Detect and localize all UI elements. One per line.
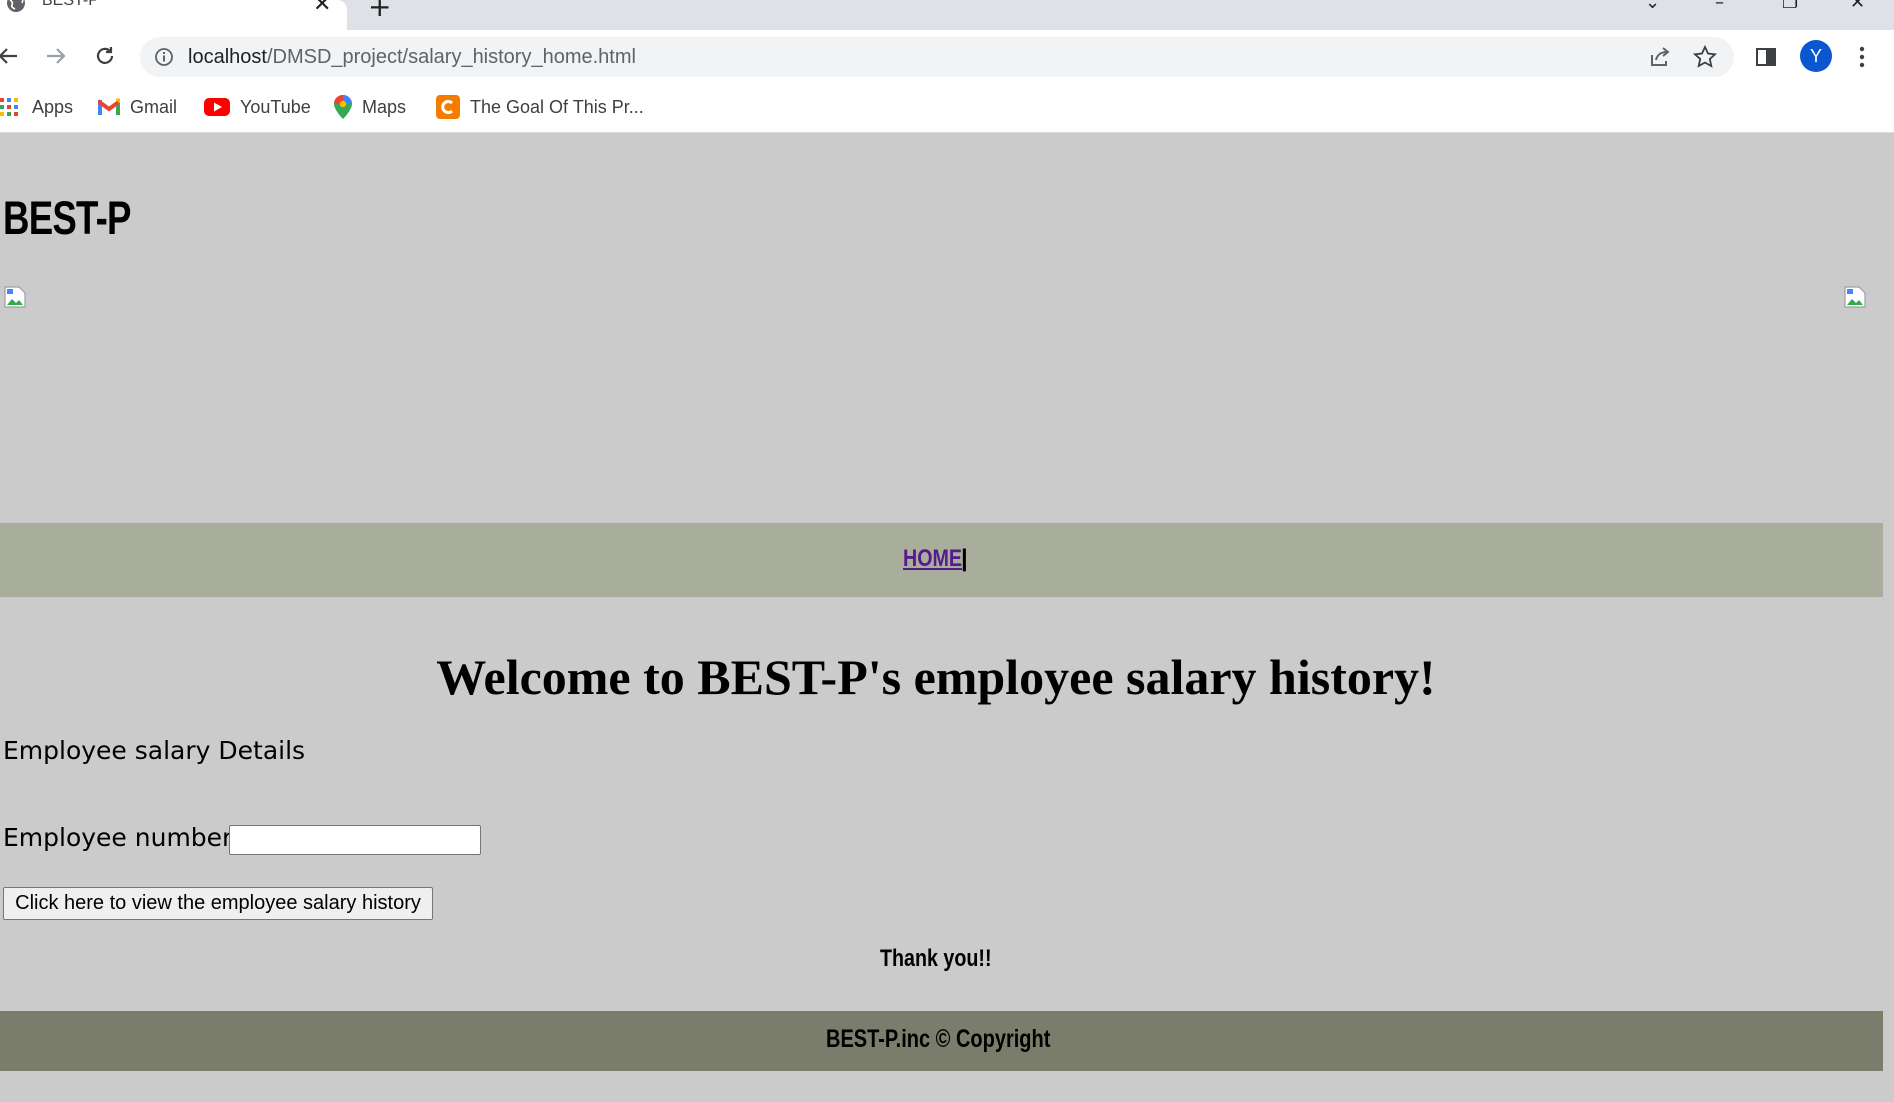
window-close-icon[interactable]: ✕ [1850, 0, 1865, 13]
reload-button[interactable] [89, 40, 121, 72]
maps-pin-icon [334, 95, 352, 119]
bookmark-label: YouTube [240, 96, 311, 117]
welcome-heading: Welcome to BEST-P's employee salary hist… [436, 649, 1436, 705]
info-icon[interactable] [154, 47, 174, 67]
brand-title: BEST-P [3, 191, 132, 244]
bookmark-gmail[interactable]: Gmail [98, 94, 177, 120]
arrow-left-icon [0, 48, 17, 64]
broken-image-icon [4, 286, 26, 308]
url-host: localhost [188, 46, 267, 68]
url-text[interactable]: localhost/DMSD_project/salary_history_ho… [188, 46, 636, 69]
view-salary-history-button[interactable]: Click here to view the employee salary h… [3, 887, 433, 920]
broken-image-icon [1844, 286, 1866, 308]
nav-bar: HOME | [0, 523, 1883, 597]
browser-toolbar: localhost/DMSD_project/salary_history_ho… [0, 30, 1894, 82]
tab-title: BEST-P [42, 0, 99, 9]
apps-grid-icon [0, 98, 18, 116]
profile-avatar[interactable]: Y [1800, 40, 1832, 72]
minimize-icon[interactable]: – [1715, 0, 1724, 13]
home-link[interactable]: HOME [903, 545, 962, 573]
browser-tab[interactable]: BEST-P ✕ [0, 0, 347, 30]
more-menu-icon[interactable] [1856, 44, 1868, 70]
restore-icon[interactable]: ❐ [1782, 0, 1798, 13]
employee-number-input[interactable] [229, 825, 481, 855]
nav-separator: | [961, 545, 968, 572]
bookmark-star-icon[interactable] [1693, 45, 1717, 69]
tab-close-icon[interactable]: ✕ [313, 0, 331, 17]
globe-icon [7, 0, 25, 12]
c-logo-icon [436, 95, 460, 119]
bookmark-maps[interactable]: Maps [334, 94, 406, 120]
side-panel-icon[interactable] [1755, 46, 1777, 68]
footer: BEST-P.inc © Copyright [0, 1011, 1883, 1071]
tab-search-icon[interactable]: ⌄ [1645, 0, 1660, 13]
copyright-text: BEST-P.inc © Copyright [826, 1025, 1051, 1053]
share-icon[interactable] [1648, 45, 1672, 69]
employee-number-label: Employee number [3, 823, 233, 852]
bookmark-apps[interactable]: Apps [0, 94, 73, 120]
url-path: /DMSD_project/salary_history_home.html [266, 46, 636, 68]
arrow-right-icon [47, 48, 66, 64]
bookmark-label: Apps [32, 96, 74, 117]
bookmark-goal[interactable]: The Goal Of This Pr... [436, 94, 644, 120]
new-tab-icon[interactable]: + [368, 0, 391, 23]
bookmarks-bar: Apps Gmail YouTube Maps The Goal Of This… [0, 82, 1894, 133]
bookmark-label: Gmail [130, 96, 178, 117]
address-bar[interactable]: localhost/DMSD_project/salary_history_ho… [140, 37, 1734, 77]
bookmark-label: Maps [362, 96, 407, 117]
back-button[interactable] [0, 40, 24, 72]
section-title: Employee salary Details [3, 736, 306, 765]
page-body: BEST-P HOME | Welcome to BEST-P's employ… [0, 133, 1894, 1102]
forward-button[interactable] [40, 40, 72, 72]
bookmark-youtube[interactable]: YouTube [204, 94, 311, 120]
reload-icon [96, 47, 114, 64]
youtube-icon [204, 98, 230, 116]
bookmark-label: The Goal Of This Pr... [470, 96, 644, 117]
browser-tabstrip: BEST-P ✕ + ⌄ – ❐ ✕ [0, 0, 1894, 30]
thank-you-text: Thank you!! [880, 945, 992, 972]
gmail-icon [98, 98, 120, 115]
